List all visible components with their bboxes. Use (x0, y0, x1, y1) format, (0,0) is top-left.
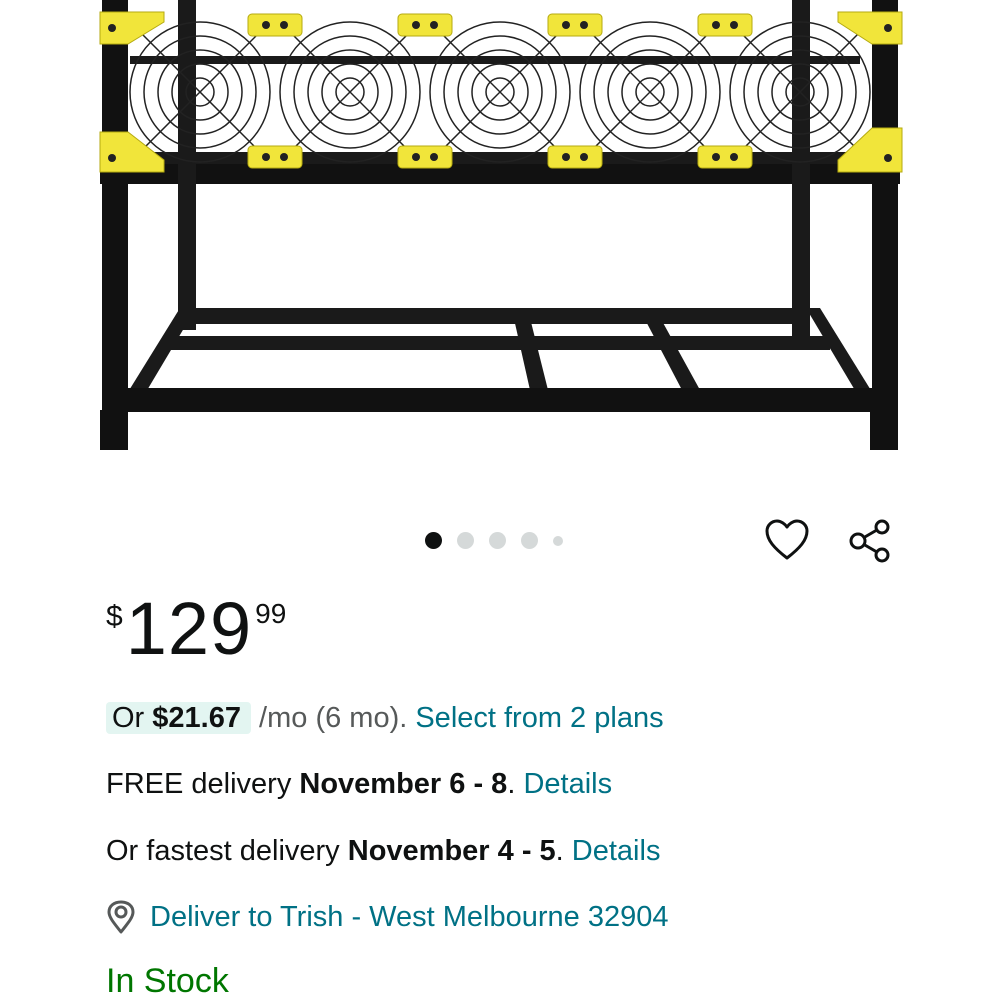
product-price: $ 129 99 (106, 592, 286, 666)
stock-status: In Stock (106, 962, 229, 1000)
free-delivery-date: November 6 - 8 (299, 768, 508, 800)
location-pin-icon (107, 900, 135, 934)
fastest-delivery-label: Or fastest delivery (106, 835, 348, 867)
share-icon[interactable] (846, 518, 894, 564)
carousel-dot-5[interactable] (553, 535, 563, 546)
installment-badge: Or $21.67 (106, 702, 251, 734)
fastest-delivery-period: . (555, 835, 572, 867)
installment-prefix: Or (112, 702, 153, 734)
price-currency-symbol: $ (106, 600, 123, 633)
fastest-delivery-details-link[interactable]: Details (572, 835, 661, 867)
product-image[interactable] (0, 0, 1000, 500)
deliver-to-link[interactable]: Deliver to Trish - West Melbourne 32904 (150, 897, 668, 937)
image-carousel-dots[interactable] (425, 532, 563, 549)
price-whole: 129 (125, 587, 253, 670)
free-delivery-info: FREE delivery November 6 - 8. Details (106, 764, 612, 804)
free-delivery-period: . (507, 768, 524, 800)
heart-icon[interactable] (764, 518, 810, 562)
installment-offer: Or $21.67 /mo (6 mo). Select from 2 plan… (106, 698, 664, 738)
select-plans-link[interactable]: Select from 2 plans (415, 702, 663, 734)
carousel-dot-2[interactable] (457, 532, 474, 549)
free-delivery-details-link[interactable]: Details (523, 768, 612, 800)
fastest-delivery-date: November 4 - 5 (347, 835, 556, 867)
carousel-dot-3[interactable] (489, 532, 506, 549)
free-delivery-label: FREE delivery (106, 768, 300, 800)
installment-terms: /mo (6 mo). (250, 702, 416, 734)
price-fraction: 99 (255, 598, 287, 629)
fastest-delivery-info: Or fastest delivery November 4 - 5. Deta… (106, 831, 660, 871)
carousel-dot-4[interactable] (521, 532, 538, 549)
carousel-dot-1[interactable] (425, 532, 442, 549)
installment-amount: $21.67 (152, 702, 241, 734)
deliver-to-location[interactable]: Deliver to Trish - West Melbourne 32904 (106, 897, 668, 937)
